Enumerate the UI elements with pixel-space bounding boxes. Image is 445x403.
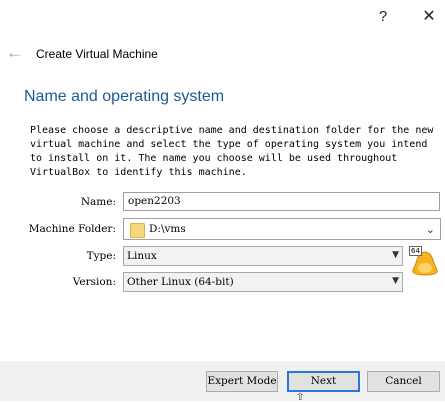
section-description: Please choose a descriptive name and des… <box>30 125 434 178</box>
type-select[interactable]: Linux ▼ <box>123 246 403 266</box>
wizard-header: ← Create Virtual Machine <box>0 32 445 78</box>
section-title: Name and operating system <box>24 88 225 105</box>
64bit-badge: 64 <box>409 246 422 256</box>
linux-os-icon: 64 <box>409 246 441 276</box>
name-input[interactable]: open2203 <box>123 192 440 211</box>
name-label: Name: <box>80 196 116 208</box>
close-icon[interactable]: ✕ <box>417 4 441 28</box>
next-button[interactable]: Next <box>287 371 360 392</box>
dropdown-arrow-icon[interactable]: ▼ <box>392 276 399 286</box>
expert-mode-button[interactable]: Expert Mode <box>206 371 278 392</box>
cancel-button[interactable]: Cancel <box>367 371 440 392</box>
wizard-title: Create Virtual Machine <box>36 47 158 61</box>
folder-icon <box>130 223 145 238</box>
version-label: Version: <box>72 276 116 288</box>
dropdown-arrow-icon[interactable]: ▼ <box>392 250 399 260</box>
chevron-down-icon[interactable]: ⌄ <box>426 223 435 236</box>
type-label: Type: <box>86 250 116 262</box>
back-arrow-icon[interactable]: ← <box>6 44 24 62</box>
mouse-cursor-icon: ⇧ <box>296 392 305 403</box>
type-value: Linux <box>127 250 157 262</box>
machine-folder-label: Machine Folder: <box>28 223 116 235</box>
help-icon[interactable]: ? <box>371 4 395 28</box>
title-bar: ? ✕ <box>0 0 445 32</box>
version-select[interactable]: Other Linux (64-bit) ▼ <box>123 272 403 292</box>
version-value: Other Linux (64-bit) <box>127 276 234 288</box>
machine-folder-select[interactable]: D:\vms ⌄ <box>123 218 441 240</box>
machine-folder-value: D:\vms <box>149 223 186 235</box>
